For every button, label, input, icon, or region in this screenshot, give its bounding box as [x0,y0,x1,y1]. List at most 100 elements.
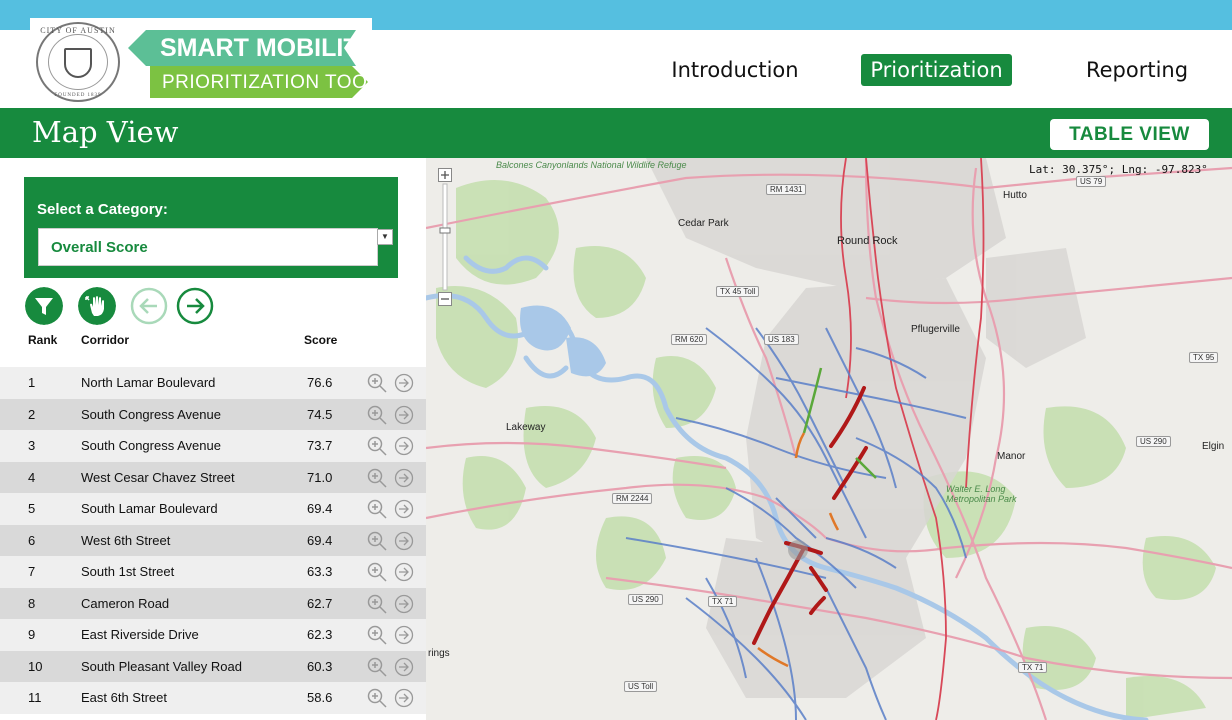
table-row[interactable]: 11 East 6th Street 58.6 [0,682,426,714]
table-view-button[interactable]: TABLE VIEW [1050,119,1209,150]
seal-shield-icon [64,48,92,78]
page-title: Map View [32,115,179,149]
zoom-in-icon[interactable] [366,404,388,426]
go-arrow-icon[interactable] [394,468,414,488]
go-arrow-icon[interactable] [394,499,414,519]
go-arrow-icon[interactable] [394,688,414,708]
row-corridor: South Congress Avenue [81,438,221,453]
table-row[interactable]: 10 South Pleasant Valley Road 60.3 [0,650,426,682]
nav-prioritization[interactable]: Prioritization [861,54,1012,86]
map-label-lakeway: Lakeway [506,422,546,433]
city-seal-logo: CITY OF AUSTIN FOUNDED 1839 [36,22,120,102]
row-score: 58.6 [307,690,333,705]
column-header-corridor[interactable]: Corridor [81,333,129,347]
map-label-pflugerville: Pflugerville [911,324,960,335]
table-row[interactable]: 5 South Lamar Boulevard 69.4 [0,493,426,525]
table-row[interactable]: 2 South Congress Avenue 74.5 [0,398,426,430]
row-corridor: Cameron Road [81,595,170,611]
map-label-springs: rings [428,648,450,659]
go-arrow-icon[interactable] [394,405,414,425]
zoom-in-icon[interactable] [366,656,388,678]
row-score: 69.4 [307,532,333,548]
row-corridor: West 6th Street [81,532,171,548]
zoom-in-icon[interactable] [366,435,388,457]
category-select[interactable]: Overall Score [38,228,378,266]
table-row[interactable]: 9 East Riverside Drive 62.3 [0,619,426,651]
row-corridor: North Lamar Boulevard [81,375,216,390]
row-rank: 2 [28,406,36,422]
zoom-in-icon[interactable] [366,498,388,520]
map-shield-tx71-east: TX 71 [1018,662,1048,673]
map-shield-tx71-west: TX 71 [708,596,738,607]
column-header-score[interactable]: Score [304,333,337,347]
zoom-in-icon[interactable] [366,561,388,583]
column-header-rank[interactable]: Rank [28,333,57,347]
zoom-in-icon[interactable] [366,467,388,489]
row-corridor: South Lamar Boulevard [81,501,218,516]
row-corridor: East Riverside Drive [81,627,199,642]
go-arrow-icon[interactable] [394,531,414,551]
go-arrow-icon[interactable] [394,657,414,677]
row-rank: 9 [28,627,36,642]
row-score: 76.6 [307,375,333,390]
row-score: 62.7 [307,595,333,611]
map-zoom-slider[interactable] [438,168,452,308]
map-shield-rm1431: RM 1431 [766,184,807,195]
zoom-in-icon[interactable] [366,624,388,646]
zoom-in-icon[interactable] [366,593,388,615]
row-corridor: South Pleasant Valley Road [81,658,242,674]
row-score: 73.7 [307,438,333,453]
row-rank: 1 [28,375,36,390]
map-coordinate-readout: Lat: 30.375°; Lng: -97.823° [1029,163,1208,176]
go-arrow-icon[interactable] [394,562,414,582]
table-row[interactable]: 4 West Cesar Chavez Street 71.0 [0,461,426,493]
map-label-manor: Manor [997,451,1026,462]
nav-introduction[interactable]: Introduction [668,54,802,86]
row-score: 69.4 [307,501,333,516]
brand-title-line2: PRIORITIZATION TOOL [162,72,379,93]
map-shield-tx45: TX 45 Toll [716,286,760,297]
arrow-right-icon[interactable] [176,287,214,325]
seal-bottom-text: FOUNDED 1839 [54,93,102,98]
row-rank: 11 [28,690,42,705]
category-label: Select a Category: [37,201,168,218]
map-label-elgin: Elgin [1202,441,1225,452]
table-row[interactable]: 6 West 6th Street 69.4 [0,524,426,556]
chevron-down-icon[interactable]: ▼ [377,229,393,245]
go-arrow-icon[interactable] [394,594,414,614]
map-shield-us290-east: US 290 [1136,436,1171,447]
row-score: 63.3 [307,564,333,579]
go-arrow-icon[interactable] [394,625,414,645]
table-row[interactable]: 3 South Congress Avenue 73.7 [0,430,426,462]
zoom-in-icon[interactable] [366,687,388,709]
map-shield-rm2244: RM 2244 [612,493,653,504]
zoom-in-icon[interactable] [366,530,388,552]
arrow-left-icon[interactable] [130,287,168,325]
row-score: 74.5 [307,406,333,422]
row-rank: 3 [28,438,36,453]
row-score: 62.3 [307,627,333,642]
map-label-round-rock: Round Rock [837,235,898,247]
map-shield-us-toll: US Toll [624,681,658,692]
map-label-cedar-park: Cedar Park [678,218,729,229]
row-score: 71.0 [307,469,333,485]
go-arrow-icon[interactable] [394,373,414,393]
table-row[interactable]: 8 Cameron Road 62.7 [0,587,426,619]
row-corridor: South 1st Street [81,564,175,579]
map-label-hutto: Hutto [1003,190,1027,201]
go-arrow-icon[interactable] [394,436,414,456]
row-rank: 10 [28,658,43,674]
row-corridor: West Cesar Chavez Street [81,469,235,485]
map-shield-us290-west: US 290 [628,594,663,605]
map-canvas[interactable]: Balcones Canyonlands National Wildlife R… [426,158,1232,720]
row-rank: 4 [28,469,36,485]
table-row[interactable]: 1 North Lamar Boulevard 76.6 [0,367,426,399]
zoom-in-icon[interactable] [366,372,388,394]
map-basemap [426,158,1232,720]
filter-icon[interactable] [25,287,63,325]
map-shield-us183: US 183 [764,334,799,345]
nav-reporting[interactable]: Reporting [1078,54,1196,86]
table-row[interactable]: 7 South 1st Street 63.3 [0,556,426,588]
map-shield-tx95: TX 95 [1189,352,1219,363]
hand-pan-icon[interactable] [78,287,116,325]
